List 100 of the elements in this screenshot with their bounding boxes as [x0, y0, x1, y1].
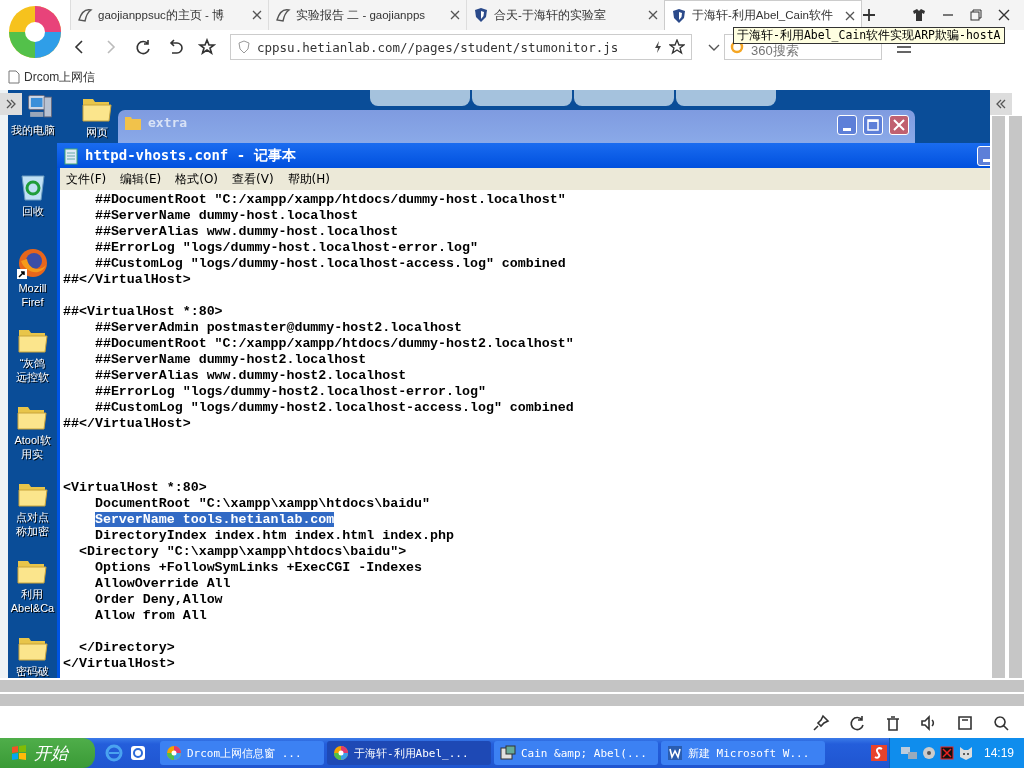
colorful-circle-icon: [333, 745, 349, 761]
window-title: httpd-vhosts.conf - 记事本: [85, 146, 297, 165]
code-line: <Directory "C:\xampp\xampp\htdocs\baidu">: [77, 544, 408, 560]
maximize-icon: [867, 119, 879, 131]
computer-icon[interactable]: [25, 93, 54, 121]
colorful-pinwheel-icon: [7, 4, 63, 60]
browser-tab[interactable]: 实验报告 二 - gaojianpps: [268, 0, 466, 30]
code-line: Allow from All: [93, 608, 208, 624]
desktop-icon-label[interactable]: Atool软 用实: [14, 433, 51, 461]
code-line: ##CustomLog "logs/dummy-host.localhost-access.log" combined: [93, 256, 567, 272]
browser-tab[interactable]: gaojianppsuc的主页 - 博: [70, 0, 268, 30]
trash-icon[interactable]: [884, 714, 902, 732]
code-line: ##<VirtualHost *:80>: [63, 304, 224, 320]
code-line: DocumentRoot "C:\xampp\xampp\htdocs\baidu": [93, 496, 432, 512]
folder-icon: [124, 115, 142, 131]
code-line: <VirtualHost *:80>: [63, 480, 208, 496]
firefox-icon[interactable]: [16, 247, 49, 279]
code-line: ##DocumentRoot "C:/xampp/xampp/htdocs/dummy-host.localhost": [93, 192, 567, 208]
shield-icon: [671, 7, 687, 24]
desktop-icon-label[interactable]: 网页: [85, 125, 108, 139]
code-line: ##</VirtualHost>: [63, 416, 192, 432]
shirt-icon[interactable]: [912, 8, 926, 22]
code-line: ##ServerName dummy-host.localhost: [93, 208, 360, 224]
close-button[interactable]: [889, 115, 909, 135]
code-line: </Directory>: [77, 640, 176, 656]
code-line: Order Deny,Allow: [93, 592, 224, 608]
minimize-icon: [843, 128, 851, 131]
scrollbar[interactable]: [1009, 116, 1022, 678]
close-icon[interactable]: [845, 10, 855, 21]
menu-item[interactable]: 文件(F): [66, 170, 107, 188]
code-line: </VirtualHost>: [63, 656, 176, 672]
scrollbar[interactable]: [0, 680, 1024, 692]
close-icon: [893, 119, 905, 131]
code-line: ##ServerAlias www.dummy-host2.localhost: [93, 368, 408, 384]
word-document-icon: [667, 745, 683, 761]
code-line: ##ServerAlias www.dummy-host.localhost: [93, 224, 400, 240]
menu-item[interactable]: 查看(V): [232, 170, 274, 188]
shield-outline-icon: [237, 40, 251, 54]
lightning-icon[interactable]: [653, 40, 663, 54]
menu-item[interactable]: 格式(O): [175, 170, 219, 188]
code-line: ##ErrorLog "logs/dummy-host2.localhost-error.log": [93, 384, 487, 400]
desktop-icon-label[interactable]: “灰鸽 远控软: [16, 356, 49, 384]
close-icon[interactable]: [648, 10, 658, 20]
reload-icon[interactable]: [134, 38, 152, 56]
clock: 14:19: [983, 746, 1014, 760]
window-title: extra: [148, 115, 189, 130]
volume-icon[interactable]: [921, 745, 936, 761]
code-line: ##ErrorLog "logs/dummy-host.localhost-error.log": [93, 240, 479, 256]
x-mark-icon[interactable]: [939, 745, 954, 761]
desktop-icon-label[interactable]: 回收: [21, 204, 44, 218]
scrollbar[interactable]: [0, 694, 1024, 706]
minimize-button[interactable]: [837, 115, 857, 135]
desktop-icon-label[interactable]: 我的电脑: [10, 123, 55, 137]
menu-item[interactable]: 帮助(H): [287, 170, 330, 188]
close-icon[interactable]: [252, 10, 262, 20]
double-chevron-icon: [5, 98, 17, 110]
taskbar-button[interactable]: Drcom上网信息窗 ...: [160, 741, 324, 765]
colorful-circle-icon: [166, 745, 182, 761]
tooltip: 于海轩-利用Abel_Cain软件实现ARP欺骗-hostA: [733, 27, 1005, 44]
close-icon[interactable]: [450, 10, 460, 20]
desktop-icon-label[interactable]: Mozill Firef: [18, 281, 47, 309]
bookmark-link[interactable]: Drcom上网信: [24, 68, 96, 86]
cat-icon[interactable]: [957, 745, 974, 761]
desktop-icon-label[interactable]: 利用 Abel&Ca: [10, 587, 55, 615]
code-line: AllowOverride All: [93, 576, 232, 592]
desktop-icon-label[interactable]: 点对点 称加密: [16, 510, 49, 538]
menu-item[interactable]: 编辑(E): [120, 170, 162, 188]
shield-icon: [473, 7, 489, 23]
expand-sidebar-button[interactable]: [0, 93, 22, 115]
code-line: ##CustomLog "logs/dummy-host2.localhost-access.log" combined: [93, 400, 575, 416]
windows-flag-icon: [10, 744, 28, 762]
desktop-icon-label[interactable]: 密码破: [16, 664, 49, 678]
page-icon: [8, 70, 20, 84]
taskbar-button[interactable]: 于海轩-利用Abel_...: [327, 741, 491, 765]
code-line: ##DocumentRoot "C:/xampp/xampp/htdocs/dummy-host2.localhost": [93, 336, 575, 352]
refresh-icon[interactable]: [848, 714, 866, 732]
code-line: ##</VirtualHost>: [63, 272, 192, 288]
code-line: DirectoryIndex index.htm index.html index.php: [93, 528, 455, 544]
scrollbar[interactable]: [992, 116, 1005, 678]
code-line: ##ServerAdmin postmaster@dummy-host2.localhost: [93, 320, 463, 336]
search-engine-icon: [730, 40, 744, 54]
pin-icon[interactable]: [812, 714, 830, 732]
taskbar-button[interactable]: 新建 Microsoft W...: [661, 741, 825, 765]
maximize-button[interactable]: [863, 115, 883, 135]
code-line: ##ServerName dummy-host2.localhost: [93, 352, 368, 368]
collapse-sidebar-button[interactable]: [990, 93, 1012, 115]
browser-icon[interactable]: [129, 744, 147, 762]
notepad-icon: [63, 146, 79, 165]
sogou-input-icon[interactable]: [871, 745, 887, 761]
star-icon[interactable]: [198, 38, 216, 56]
restore-icon[interactable]: [970, 9, 982, 21]
window-icon[interactable]: [956, 714, 974, 732]
close-icon[interactable]: [998, 9, 1010, 21]
double-chevron-icon: [995, 98, 1007, 110]
search-icon[interactable]: [992, 714, 1010, 732]
star-icon[interactable]: [669, 39, 685, 55]
taskbar-button[interactable]: Cain &amp; Abel(...: [494, 741, 658, 765]
browser-tab[interactable]: 于海轩-利用Abel_Cain软件: [664, 0, 862, 30]
address-bar[interactable]: cppsu.hetianlab.com//pages/student/stumonitor.js: [230, 34, 692, 60]
app-window-icon: [500, 745, 516, 761]
